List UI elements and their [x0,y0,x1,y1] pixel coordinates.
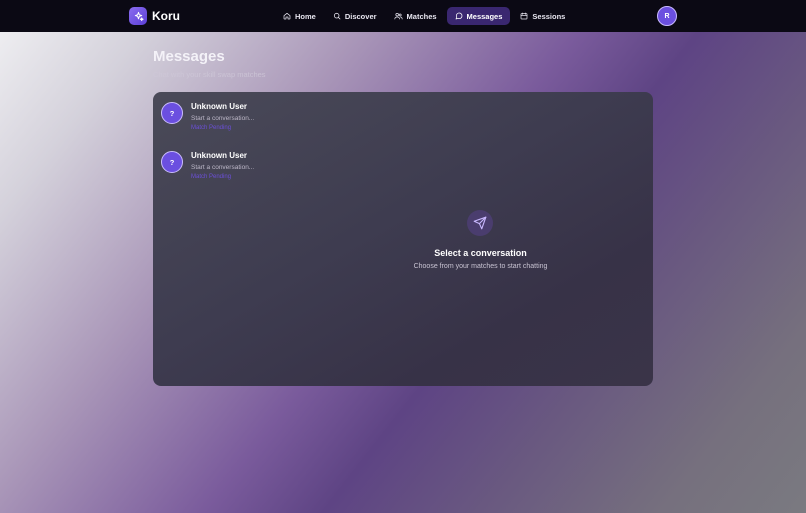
conversation-preview: Start a conversation... [191,164,255,171]
nav-home-label: Home [295,11,316,21]
nav-discover[interactable]: Discover [326,7,384,25]
message-icon [455,12,462,20]
nav-matches-label: Matches [406,11,437,21]
brand[interactable]: Koru [129,7,180,25]
nav-matches[interactable]: Matches [387,7,444,25]
nav-discover-label: Discover [344,11,377,21]
empty-state-title: Select a conversation [434,248,527,258]
page-title: Messages [153,48,225,65]
top-navbar: Koru Home Discover Matches Messages Sess… [0,0,806,32]
sparkles-icon [129,7,147,25]
nav-sessions-label: Sessions [532,11,566,21]
home-icon [283,12,291,20]
users-icon [393,12,403,20]
avatar: ? [161,102,183,124]
nav-sessions[interactable]: Sessions [513,7,572,25]
user-avatar[interactable]: R [657,6,677,26]
nav-messages-label: Messages [466,11,503,21]
conversation-preview: Start a conversation... [191,115,255,122]
avatar: ? [161,151,183,173]
nav-messages[interactable]: Messages [446,7,511,25]
calendar-icon [521,12,528,20]
match-status: Match Pending [191,125,232,131]
empty-state-subtitle: Choose from your matches to start chatti… [413,263,548,270]
conversation-item[interactable]: ? Unknown User Start a conversation... M… [161,101,311,137]
page-subtitle: Chat with your skill swap matches [153,70,266,79]
send-icon [467,210,493,236]
conversation-name: Unknown User [191,102,248,111]
brand-name: Koru [152,9,180,23]
nav-home[interactable]: Home [276,7,323,25]
conversation-item[interactable]: ? Unknown User Start a conversation... M… [161,150,311,186]
conversation-name: Unknown User [191,151,248,160]
main-nav: Home Discover Matches Messages Sessions [276,7,575,25]
messages-panel: ? Unknown User Start a conversation... M… [153,92,653,386]
match-status: Match Pending [191,174,232,180]
search-icon [333,12,341,20]
